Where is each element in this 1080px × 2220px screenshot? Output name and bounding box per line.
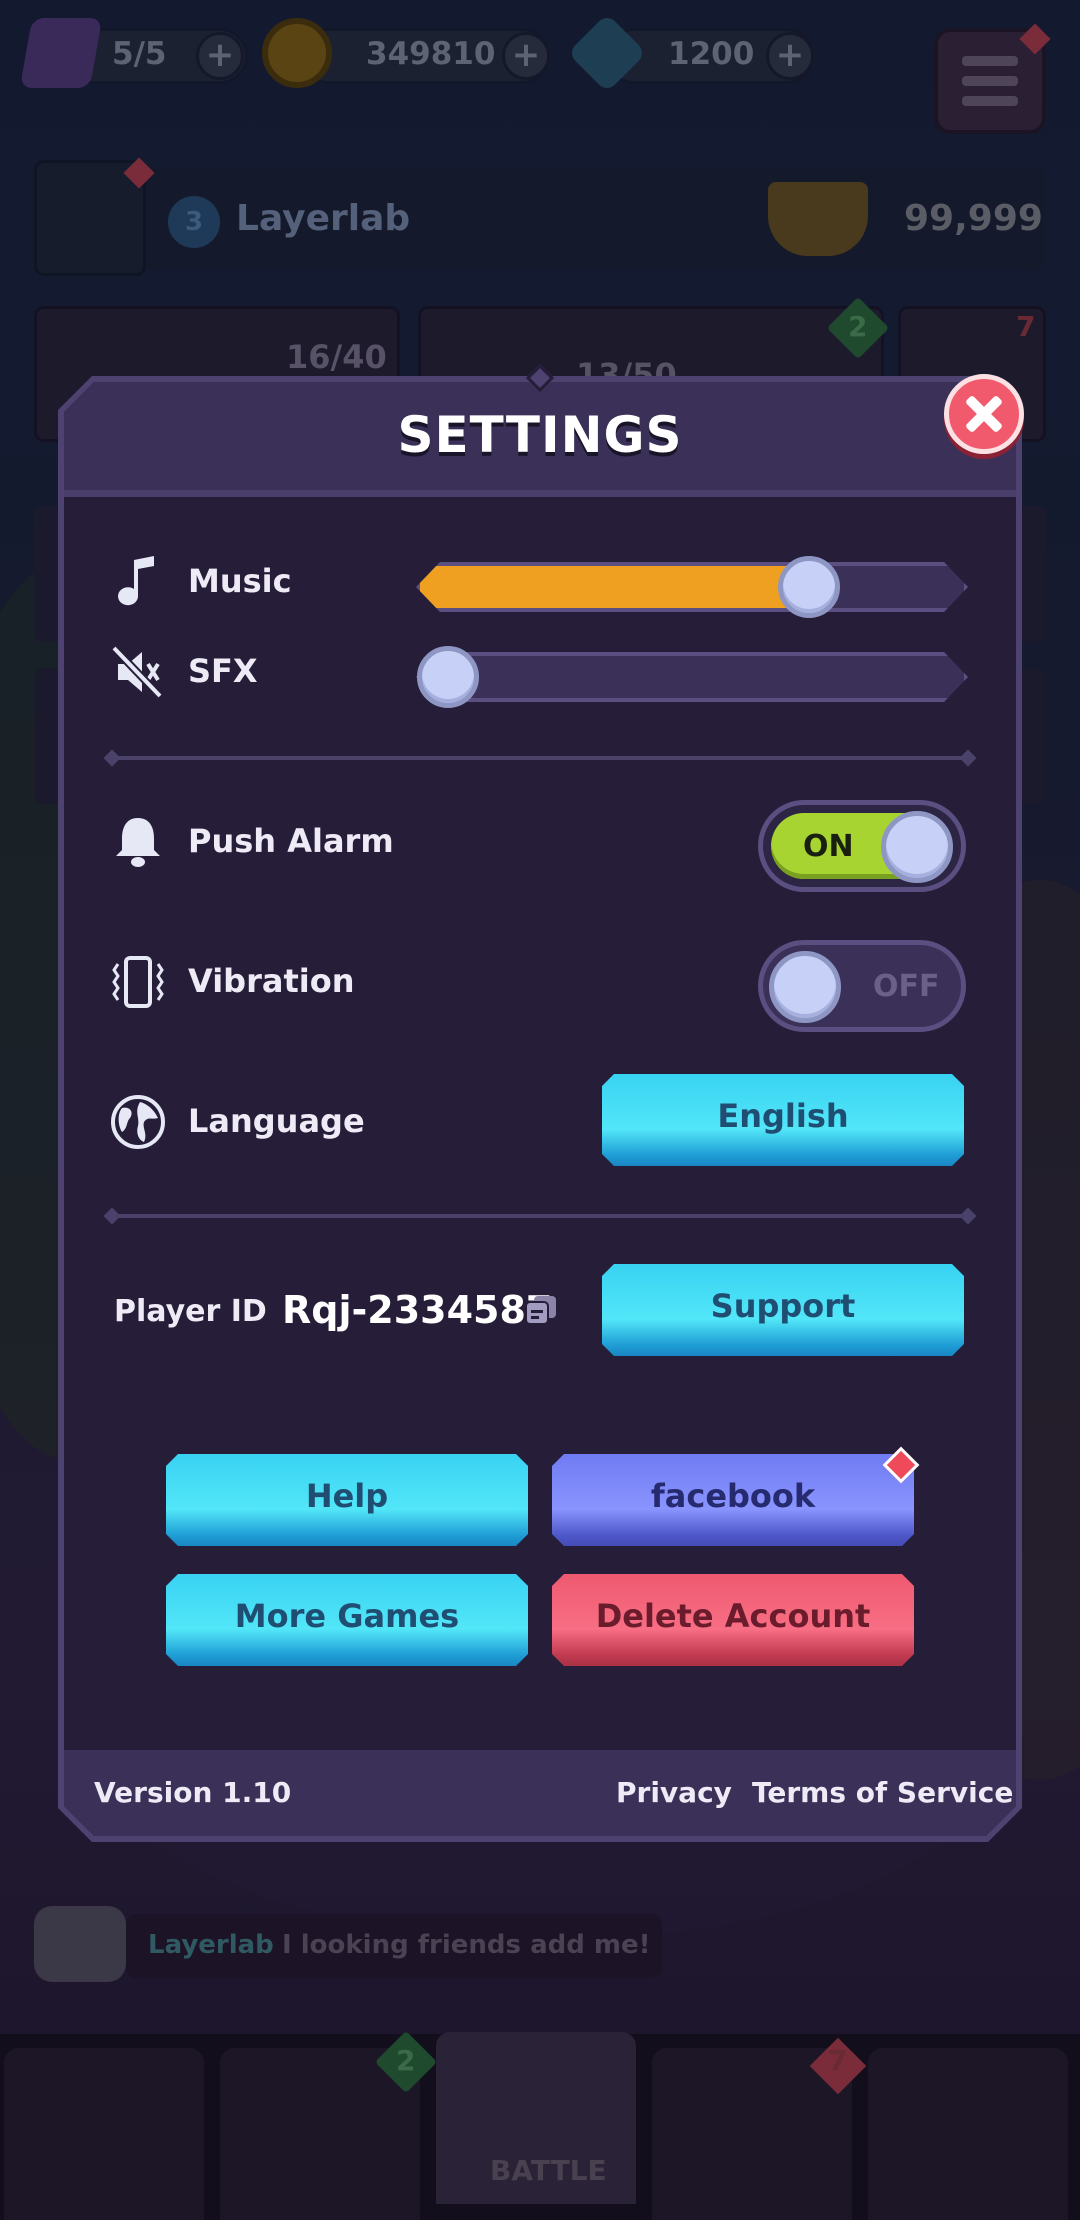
chat-message: I looking friends add me!: [282, 1930, 651, 1960]
section-divider: [112, 756, 968, 760]
music-slider[interactable]: [416, 562, 968, 612]
settings-modal: SETTINGS Music SFX Push Alarm ON Vibrati…: [58, 363, 1024, 1842]
bell-icon: [116, 818, 160, 867]
sfx-slider[interactable]: [416, 652, 968, 702]
coins-value: 349810: [366, 36, 496, 72]
support-button[interactable]: Support: [602, 1264, 964, 1356]
music-label: Music: [188, 562, 292, 600]
close-button[interactable]: [944, 374, 1024, 454]
push-alarm-toggle-knob: [881, 811, 953, 883]
language-label: Language: [188, 1102, 365, 1140]
trophy-count: 99,999: [904, 198, 1043, 239]
nav-tab-shop[interactable]: [4, 2048, 204, 2220]
sfx-label: SFX: [188, 652, 258, 690]
more-games-button[interactable]: More Games: [166, 1574, 528, 1666]
add-coins-button[interactable]: +: [502, 32, 550, 80]
push-alarm-toggle[interactable]: ON: [758, 800, 966, 892]
terms-of-service-link[interactable]: Terms of Service: [752, 1776, 1013, 1809]
globe-icon: [111, 1095, 165, 1149]
coin-icon: [262, 18, 332, 88]
nav-tab-locked[interactable]: [868, 2048, 1068, 2220]
vibration-label: Vibration: [188, 962, 355, 1000]
privacy-link[interactable]: Privacy: [616, 1776, 732, 1809]
help-button[interactable]: Help: [166, 1454, 528, 1546]
sfx-slider-handle[interactable]: [417, 646, 479, 708]
chat-bubble-icon[interactable]: [34, 1906, 126, 1982]
trophy-icon: [768, 182, 868, 256]
music-slider-handle[interactable]: [778, 556, 841, 618]
player-id-value: Rqj-2334587: [282, 1288, 553, 1332]
menu-icon: [962, 56, 1018, 66]
energy-value: 5/5: [112, 36, 167, 72]
music-slider-fill: [420, 566, 813, 608]
language-select-button[interactable]: English: [602, 1074, 964, 1166]
speaker-muted-icon: [111, 645, 163, 699]
chat-sender: Layerlab: [148, 1930, 274, 1960]
add-energy-button[interactable]: +: [196, 32, 244, 80]
nav-tab-battle-label: BATTLE: [490, 2154, 607, 2187]
vibration-toggle-knob: [769, 951, 841, 1023]
chest-progress: 16/40: [286, 338, 387, 376]
page-title: SETTINGS: [397, 406, 683, 464]
level-badge: 3: [168, 196, 220, 248]
version-text: Version 1.10: [94, 1776, 292, 1809]
vibration-state: OFF: [873, 969, 940, 1004]
profile-name: Layerlab: [236, 198, 411, 239]
copy-icon[interactable]: [524, 1294, 558, 1326]
music-note-icon: [118, 556, 154, 606]
lightning-icon: [19, 18, 103, 88]
player-id-label: Player ID: [114, 1294, 267, 1329]
push-alarm-label: Push Alarm: [188, 822, 394, 860]
push-alarm-state: ON: [803, 829, 854, 864]
section-divider: [112, 1214, 968, 1218]
phone-vibrate-icon: [112, 956, 164, 1008]
vibration-toggle[interactable]: OFF: [758, 940, 966, 1032]
gems-value: 1200: [668, 36, 755, 72]
add-gems-button[interactable]: +: [766, 32, 814, 80]
delete-account-button[interactable]: Delete Account: [552, 1574, 914, 1666]
facebook-button[interactable]: facebook: [552, 1454, 914, 1546]
